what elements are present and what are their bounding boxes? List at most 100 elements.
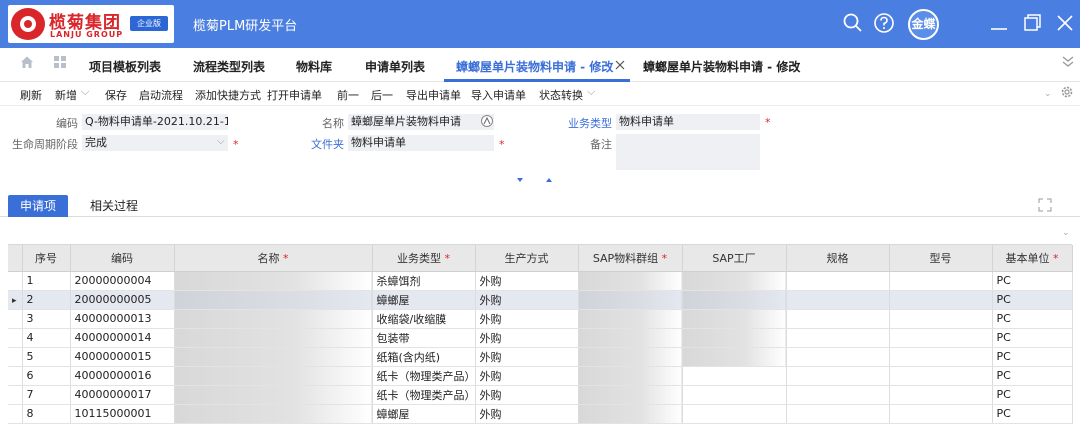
cell-spec <box>786 271 890 291</box>
maximize-icon[interactable] <box>1021 12 1043 34</box>
table-row[interactable]: 1 20000000004 蟑 杀蟑饵剂 外购 PC <box>8 271 1073 291</box>
tab-process-type-list[interactable]: 流程类型列表 <box>193 58 265 75</box>
remark-label: 备注 <box>590 138 612 151</box>
user-avatar[interactable]: 金蝶 <box>908 9 939 40</box>
cell-unit: PC <box>992 404 1073 424</box>
next-button[interactable]: 后一 <box>371 87 393 103</box>
tab-material-request-edit-active[interactable]: 蟑螂屋单片装物料申请 - 修改 <box>456 58 613 75</box>
refresh-button[interactable]: 刷新 <box>20 87 42 103</box>
column-header-name[interactable]: 名称 * <box>174 245 373 272</box>
cell-name-redacted: 蟑螂 <box>174 385 373 405</box>
required-marker: * <box>233 138 239 151</box>
column-header-no[interactable]: 序号 <box>22 245 71 272</box>
column-header-unit[interactable]: 基本单位 * <box>992 245 1073 272</box>
help-icon[interactable] <box>873 12 895 34</box>
name-field[interactable]: 蟑螂屋单片装物料申请 <box>348 114 494 130</box>
column-header-spec[interactable]: 规格 <box>786 245 890 272</box>
name-lookup-icon[interactable] <box>480 114 494 128</box>
required-marker: * <box>283 251 289 265</box>
table-row[interactable]: 4 40000000014 榄 包装带 外购 PC <box>8 328 1073 348</box>
column-header-code[interactable]: 编码 <box>70 245 175 272</box>
row-indicator <box>8 404 23 424</box>
table-row[interactable]: 8 10115000001 榄菊 蟑螂屋 外购 PC <box>8 404 1073 424</box>
cell-sap-group-redacted <box>578 271 683 291</box>
close-icon[interactable] <box>1054 12 1076 34</box>
tab-material-request-edit[interactable]: 蟑螂屋单片装物料申请 - 修改 <box>643 58 800 75</box>
start-process-button[interactable]: 启动流程 <box>139 87 183 103</box>
folder-field[interactable]: 物料申请单 <box>348 135 494 151</box>
grid-menu-icon[interactable] <box>53 55 67 69</box>
previous-button[interactable]: 前一 <box>337 87 359 103</box>
settings-gear-icon[interactable] <box>1060 85 1074 99</box>
cell-model <box>889 290 993 310</box>
cell-model <box>889 271 993 291</box>
business-type-field[interactable]: 物料申请单 <box>616 114 760 130</box>
cell-production-mode: 外购 <box>475 404 579 424</box>
column-header-model[interactable]: 型号 <box>889 245 993 272</box>
cell-business-type: 杀蟑饵剂 <box>372 271 476 291</box>
table-row[interactable]: 7 40000000017 蟑螂 纸卡（物理类产品） 外购 PC <box>8 385 1073 405</box>
minimize-icon[interactable] <box>988 12 1010 34</box>
home-icon[interactable] <box>20 55 34 69</box>
toolbar-overflow-icon[interactable]: ⌄ <box>1044 89 1052 99</box>
folder-label[interactable]: 文件夹 <box>304 136 344 152</box>
chevron-double-down-icon[interactable] <box>1061 54 1075 68</box>
new-dropdown-chevron-icon[interactable]: ⌵ <box>81 85 89 99</box>
table-row-selected[interactable]: ▸ 2 20000000005 蟑 蟑螂屋 外购 PC <box>8 290 1073 310</box>
cell-sap-plant-redacted <box>682 309 787 329</box>
table-row[interactable]: 6 40000000016 榄菊 纸卡（物理类产品） 外购 PC <box>8 366 1073 386</box>
cell-sap-plant-redacted <box>682 347 787 367</box>
import-request-button[interactable]: 导入申请单 <box>471 87 526 103</box>
lifecycle-select[interactable]: 完成 <box>82 135 228 151</box>
tab-material-library[interactable]: 物料库 <box>296 58 332 75</box>
tab-close-icon[interactable] <box>614 59 626 71</box>
search-icon[interactable] <box>842 12 864 34</box>
cell-business-type: 蟑螂屋 <box>372 404 476 424</box>
tab-request-list[interactable]: 申请单列表 <box>365 58 425 75</box>
cell-model <box>889 347 993 367</box>
code-field[interactable]: Q-物料申请单-2021.10.21-12 <box>82 114 228 130</box>
column-header-sap-group[interactable]: SAP物料群组 * <box>578 245 683 272</box>
row-indicator <box>8 347 23 367</box>
cell-sap-plant <box>682 404 787 424</box>
cell-code: 40000000017 <box>70 385 175 405</box>
tab-request-items[interactable]: 申请项 <box>8 195 69 217</box>
row-indicator <box>8 328 23 348</box>
state-transition-button[interactable]: 状态转换 <box>539 87 583 103</box>
cell-sap-group-redacted <box>578 366 683 386</box>
business-type-label[interactable]: 业务类型 <box>560 115 612 131</box>
add-shortcut-button[interactable]: 添加快捷方式 <box>195 87 261 103</box>
cell-sap-group-redacted <box>578 347 683 367</box>
table-row[interactable]: 5 40000000015 榄 纸箱(含内纸) 外购 PC <box>8 347 1073 367</box>
collapse-toggle-icon[interactable] <box>516 175 556 185</box>
remark-textarea[interactable] <box>616 134 760 170</box>
new-button[interactable]: 新增 <box>55 87 77 103</box>
cell-no: 8 <box>22 404 71 424</box>
cell-name-redacted: 榄菊 <box>174 366 373 386</box>
column-header-production-mode[interactable]: 生产方式 <box>475 245 579 272</box>
table-row[interactable]: 3 40000000013 收缩 收缩袋/收缩膜 外购 PC <box>8 309 1073 329</box>
cell-spec <box>786 385 890 405</box>
request-items-table: 序号 编码 名称 * 业务类型 * 生产方式 SAP物料群组 * SAP工厂 规… <box>8 244 1073 438</box>
cell-business-type: 蟑螂屋 <box>372 290 476 310</box>
lifecycle-chevron-down-icon[interactable]: ⌵ <box>217 136 227 148</box>
lifecycle-label: 生命周期阶段 <box>12 138 78 151</box>
row-indicator: ▸ <box>8 290 23 310</box>
required-marker: * <box>661 251 668 265</box>
cell-production-mode: 外购 <box>475 385 579 405</box>
cell-no: 4 <box>22 328 71 348</box>
column-header-business-type[interactable]: 业务类型 * <box>372 245 476 272</box>
save-button[interactable]: 保存 <box>105 87 127 103</box>
column-header-sap-plant[interactable]: SAP工厂 <box>682 245 787 272</box>
required-marker: * <box>1053 251 1059 265</box>
required-marker: * <box>765 116 771 129</box>
cell-unit: PC <box>992 271 1073 291</box>
export-request-button[interactable]: 导出申请单 <box>406 87 461 103</box>
cell-no: 2 <box>22 290 71 310</box>
state-dropdown-chevron-icon[interactable]: ⌵ <box>587 85 595 99</box>
tab-related-process[interactable]: 相关过程 <box>78 195 150 217</box>
grid-toolbar-overflow-icon[interactable]: ⌄ <box>1062 228 1074 238</box>
tab-project-template-list[interactable]: 项目模板列表 <box>89 58 161 75</box>
open-request-button[interactable]: 打开申请单 <box>267 87 322 103</box>
expand-icon[interactable] <box>1038 198 1052 212</box>
